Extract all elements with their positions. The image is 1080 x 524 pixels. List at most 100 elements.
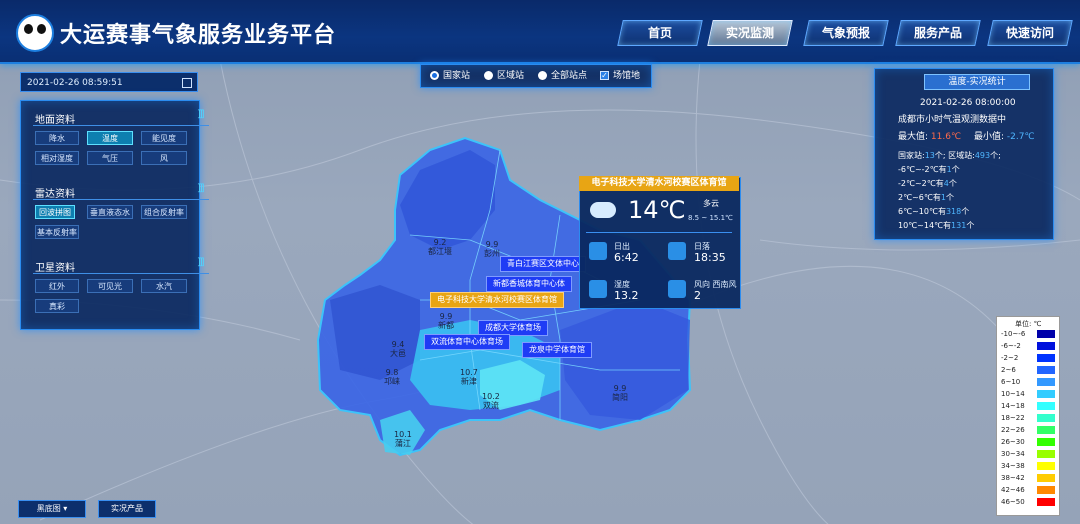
legend-swatch — [1037, 438, 1055, 446]
chip-vil[interactable]: 垂直液态水 — [87, 205, 133, 219]
calendar-icon[interactable] — [182, 78, 192, 88]
chip-visibility[interactable]: 能见度 — [141, 131, 187, 145]
collapse-icon[interactable]: ]]] — [197, 183, 205, 194]
radar-title: 雷达资料 — [35, 189, 75, 200]
chip-pressure[interactable]: 气压 — [87, 151, 133, 165]
legend-swatch — [1037, 486, 1055, 494]
legend-label: 42~46 — [1001, 486, 1025, 494]
satellite-title: 卫星资料 — [35, 263, 75, 274]
venue-label-selected[interactable]: 电子科技大学清水河校赛区体育馆 — [430, 292, 564, 308]
station-label[interactable]: 9.4 大邑 — [390, 340, 406, 358]
venue-label[interactable]: 新都香城体育中心体 — [486, 276, 572, 292]
divider — [33, 199, 209, 200]
nav-home[interactable]: 首页 — [617, 20, 703, 46]
chip-base-reflectivity[interactable]: 基本反射率 — [35, 225, 79, 239]
wind-value: 2 — [694, 289, 701, 302]
stats-title: 温度-实况统计 — [924, 74, 1030, 90]
station-label[interactable]: 10.7 新津 — [460, 368, 478, 386]
legend-swatch — [1037, 366, 1055, 374]
collapse-icon[interactable]: ]]] — [197, 109, 205, 120]
range-row: 2℃~6℃有1个 — [898, 193, 954, 202]
legend-swatch — [1037, 402, 1055, 410]
humidity-value: 13.2 — [614, 289, 639, 302]
panda-logo-icon — [16, 14, 54, 52]
legend-swatch — [1037, 462, 1055, 470]
datetime-value: 2021-02-26 08:59:51 — [27, 78, 123, 88]
nav-live-monitor[interactable]: 实况监测 — [707, 20, 793, 46]
legend-row: 38~42 — [1001, 473, 1055, 483]
option-all-label: 全部站点 — [551, 71, 588, 81]
legend-label: 26~30 — [1001, 438, 1025, 446]
legend-row: 46~50 — [1001, 497, 1055, 507]
stats-subtitle: 成都市小时气温观测数据中 — [898, 115, 1007, 125]
legend-label: 2~6 — [1001, 366, 1016, 374]
chip-wind[interactable]: 风 — [141, 151, 187, 165]
chip-echo-mosaic[interactable]: 回波拼图 — [35, 205, 75, 219]
live-product-button[interactable]: 实况产品 — [98, 500, 156, 518]
legend-swatch — [1037, 426, 1055, 434]
stats-min: 最小值: -2.7℃ — [974, 132, 1035, 142]
legend-row: -6~-2 — [1001, 341, 1055, 351]
nav-forecast[interactable]: 气象预报 — [803, 20, 889, 46]
option-national-label: 国家站 — [443, 71, 471, 81]
station-label[interactable]: 9.9 彭州 — [484, 240, 500, 258]
legend-swatch — [1037, 390, 1055, 398]
divider — [586, 232, 732, 233]
legend-label: 30~34 — [1001, 450, 1025, 458]
radio-regional[interactable] — [484, 71, 493, 80]
range-row: -2℃~2℃有4个 — [898, 179, 957, 188]
cloud-icon — [590, 202, 616, 218]
divider — [33, 273, 209, 274]
legend-row: 18~22 — [1001, 413, 1055, 423]
legend-row: 34~38 — [1001, 461, 1055, 471]
surface-title: 地面资料 — [35, 115, 75, 126]
station-label[interactable]: 9.9 新都 — [438, 312, 454, 330]
divider — [33, 125, 209, 126]
popup-range: 8.5 ~ 15.1℃ — [688, 214, 733, 222]
temperature-legend: 单位: ℃ -10~-6 -6~-2 -2~2 2~6 6~10 10~14 14~18 18… — [996, 316, 1060, 516]
station-label[interactable]: 9.8 邛崃 — [384, 368, 400, 386]
radio-national[interactable] — [430, 71, 439, 80]
legend-swatch — [1037, 378, 1055, 386]
popup-venue-title: 电子科技大学清水河校赛区体育馆 — [579, 176, 739, 191]
radio-all[interactable] — [538, 71, 547, 80]
legend-label: 34~38 — [1001, 462, 1025, 470]
nav-quick-access[interactable]: 快速访问 — [987, 20, 1073, 46]
chip-true-color[interactable]: 真彩 — [35, 299, 79, 313]
legend-label: 18~22 — [1001, 414, 1025, 422]
nav-products[interactable]: 服务产品 — [895, 20, 981, 46]
chip-water-vapor[interactable]: 水汽 — [141, 279, 187, 293]
collapse-icon[interactable]: ]]] — [197, 257, 205, 268]
legend-row: 6~10 — [1001, 377, 1055, 387]
legend-swatch — [1037, 474, 1055, 482]
sunrise-icon — [589, 242, 607, 260]
legend-label: 6~10 — [1001, 378, 1021, 386]
humidity-icon — [589, 280, 607, 298]
venue-label[interactable]: 青白江赛区文体中心 — [500, 256, 586, 272]
range-row: 10℃~14℃有131个 — [898, 221, 975, 230]
station-label[interactable]: 9.2 都江堰 — [428, 238, 452, 256]
app-title: 大运赛事气象服务业务平台 — [60, 23, 337, 48]
station-label[interactable]: 10.1 蒲江 — [394, 430, 412, 448]
range-row: 6℃~10℃有318个 — [898, 207, 970, 216]
chip-precip[interactable]: 降水 — [35, 131, 79, 145]
checkbox-venues[interactable]: ✓ — [600, 71, 609, 80]
sunrise-value: 6:42 — [614, 251, 639, 264]
datetime-picker[interactable]: 2021-02-26 08:59:51 — [20, 72, 198, 92]
legend-label: -10~-6 — [1001, 330, 1026, 338]
venue-label[interactable]: 龙泉中学体育馆 — [522, 342, 592, 358]
chip-infrared[interactable]: 红外 — [35, 279, 79, 293]
basemap-select[interactable]: 黑底图 ▾ — [18, 500, 86, 518]
chip-temperature[interactable]: 温度 — [87, 131, 133, 145]
legend-row: 2~6 — [1001, 365, 1055, 375]
chip-visible[interactable]: 可见光 — [87, 279, 133, 293]
chip-composite-reflectivity[interactable]: 组合反射率 — [141, 205, 187, 219]
station-label[interactable]: 10.2 双流 — [482, 392, 500, 410]
station-label[interactable]: 9.9 简阳 — [612, 384, 628, 402]
legend-label: -6~-2 — [1001, 342, 1021, 350]
venue-label[interactable]: 双流体育中心体育场 — [424, 334, 510, 350]
chip-humidity[interactable]: 相对湿度 — [35, 151, 79, 165]
legend-row: -2~2 — [1001, 353, 1055, 363]
legend-row: 10~14 — [1001, 389, 1055, 399]
wind-moon-icon — [668, 280, 686, 298]
